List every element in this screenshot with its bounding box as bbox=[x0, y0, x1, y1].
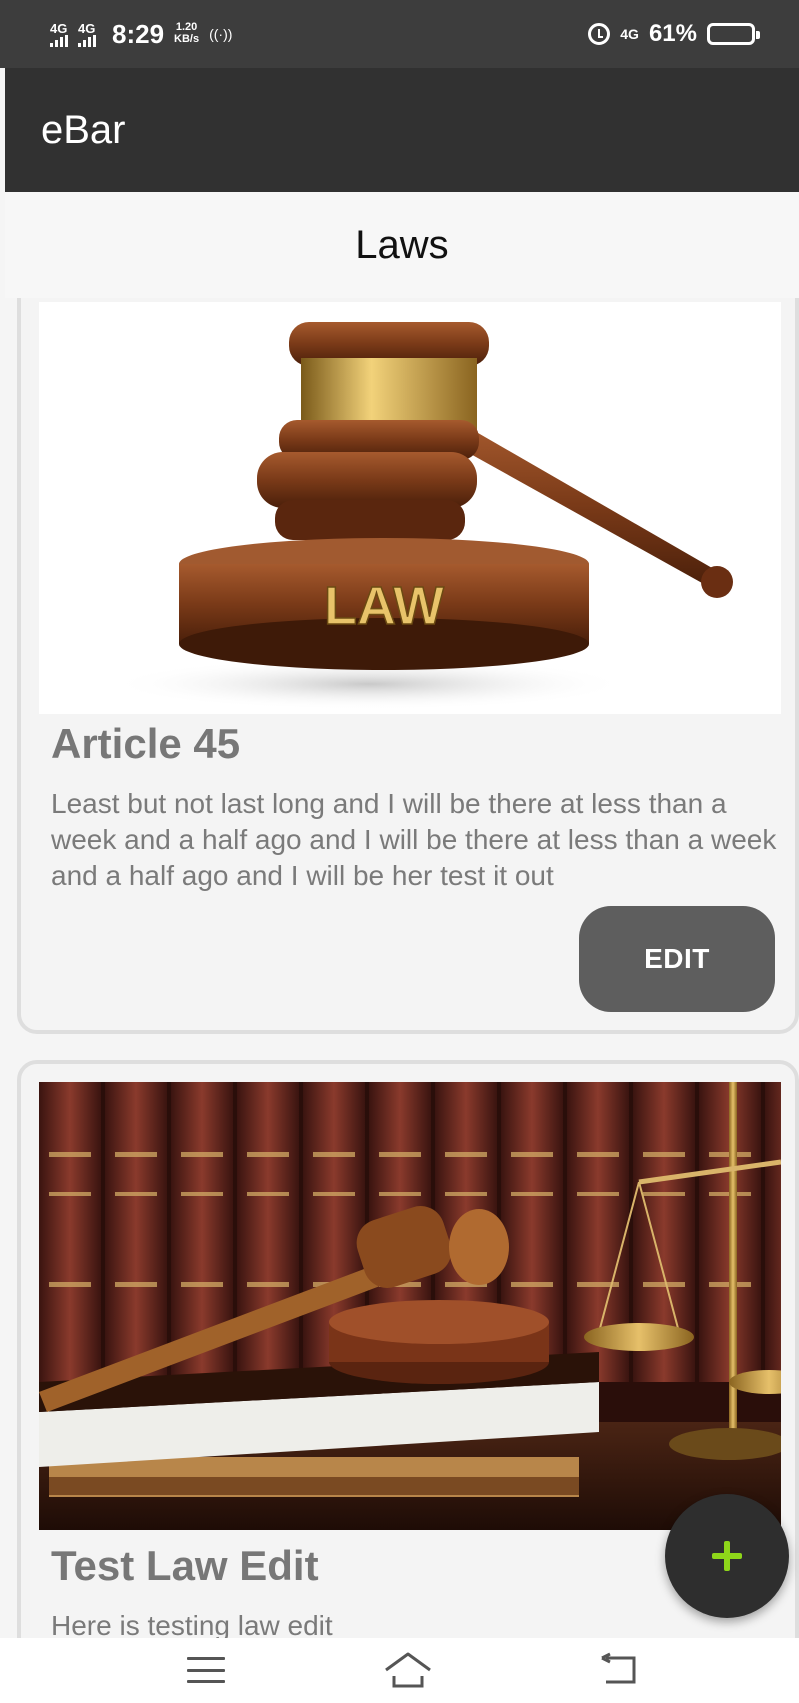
data-speed: 1.20 KB/s bbox=[174, 22, 199, 45]
app-bar: eBar bbox=[5, 68, 799, 192]
law-title: Test Law Edit bbox=[51, 1542, 319, 1589]
clock: 8:29 bbox=[112, 18, 165, 49]
signal-icon: 4G bbox=[50, 22, 68, 47]
home-button[interactable] bbox=[382, 1650, 434, 1690]
menu-icon bbox=[187, 1657, 225, 1683]
home-icon bbox=[385, 1652, 431, 1688]
app-title: eBar bbox=[41, 107, 126, 152]
books-gavel-scales-image bbox=[39, 1082, 781, 1530]
law-description: Here is testing law edit bbox=[51, 1610, 333, 1638]
law-description: Least but not last long and I will be th… bbox=[51, 788, 777, 891]
back-button[interactable] bbox=[600, 1650, 640, 1690]
edit-button[interactable]: EDIT bbox=[579, 906, 775, 1012]
law-card[interactable]: LAW Article 45 Least but not last long a… bbox=[17, 298, 799, 1034]
back-icon bbox=[601, 1652, 636, 1684]
page-header: Laws bbox=[5, 192, 799, 298]
status-left: 4G 4G 8:29 1.20 KB/s ((·)) bbox=[50, 19, 232, 50]
page-title: Laws bbox=[355, 222, 449, 267]
law-title: Article 45 bbox=[51, 720, 241, 767]
mobile-data-label: 4G bbox=[620, 26, 639, 42]
sim1-network-label: 4G bbox=[50, 20, 68, 36]
add-law-button[interactable] bbox=[665, 1494, 789, 1618]
law-card-image bbox=[39, 1082, 781, 1530]
system-nav-bar bbox=[0, 1638, 799, 1703]
battery-icon bbox=[707, 23, 760, 45]
status-right: 4G 61% bbox=[588, 20, 760, 48]
plus-icon bbox=[712, 1541, 742, 1571]
alarm-icon bbox=[588, 23, 611, 45]
gavel-image: LAW bbox=[109, 322, 733, 710]
menu-button[interactable] bbox=[186, 1650, 226, 1690]
hotspot-icon: ((·)) bbox=[209, 26, 233, 42]
law-card-image: LAW bbox=[39, 302, 781, 714]
status-bar: 4G 4G 8:29 1.20 KB/s ((·)) 4G 61% bbox=[0, 0, 799, 68]
battery-percent: 61% bbox=[648, 20, 697, 47]
data-speed-unit: KB/s bbox=[174, 33, 200, 45]
sim2-network-label: 4G bbox=[78, 20, 96, 36]
signal-icon: 4G bbox=[78, 22, 96, 47]
law-engraving: LAW bbox=[324, 576, 444, 636]
law-list[interactable]: LAW Article 45 Least but not last long a… bbox=[0, 298, 799, 1638]
